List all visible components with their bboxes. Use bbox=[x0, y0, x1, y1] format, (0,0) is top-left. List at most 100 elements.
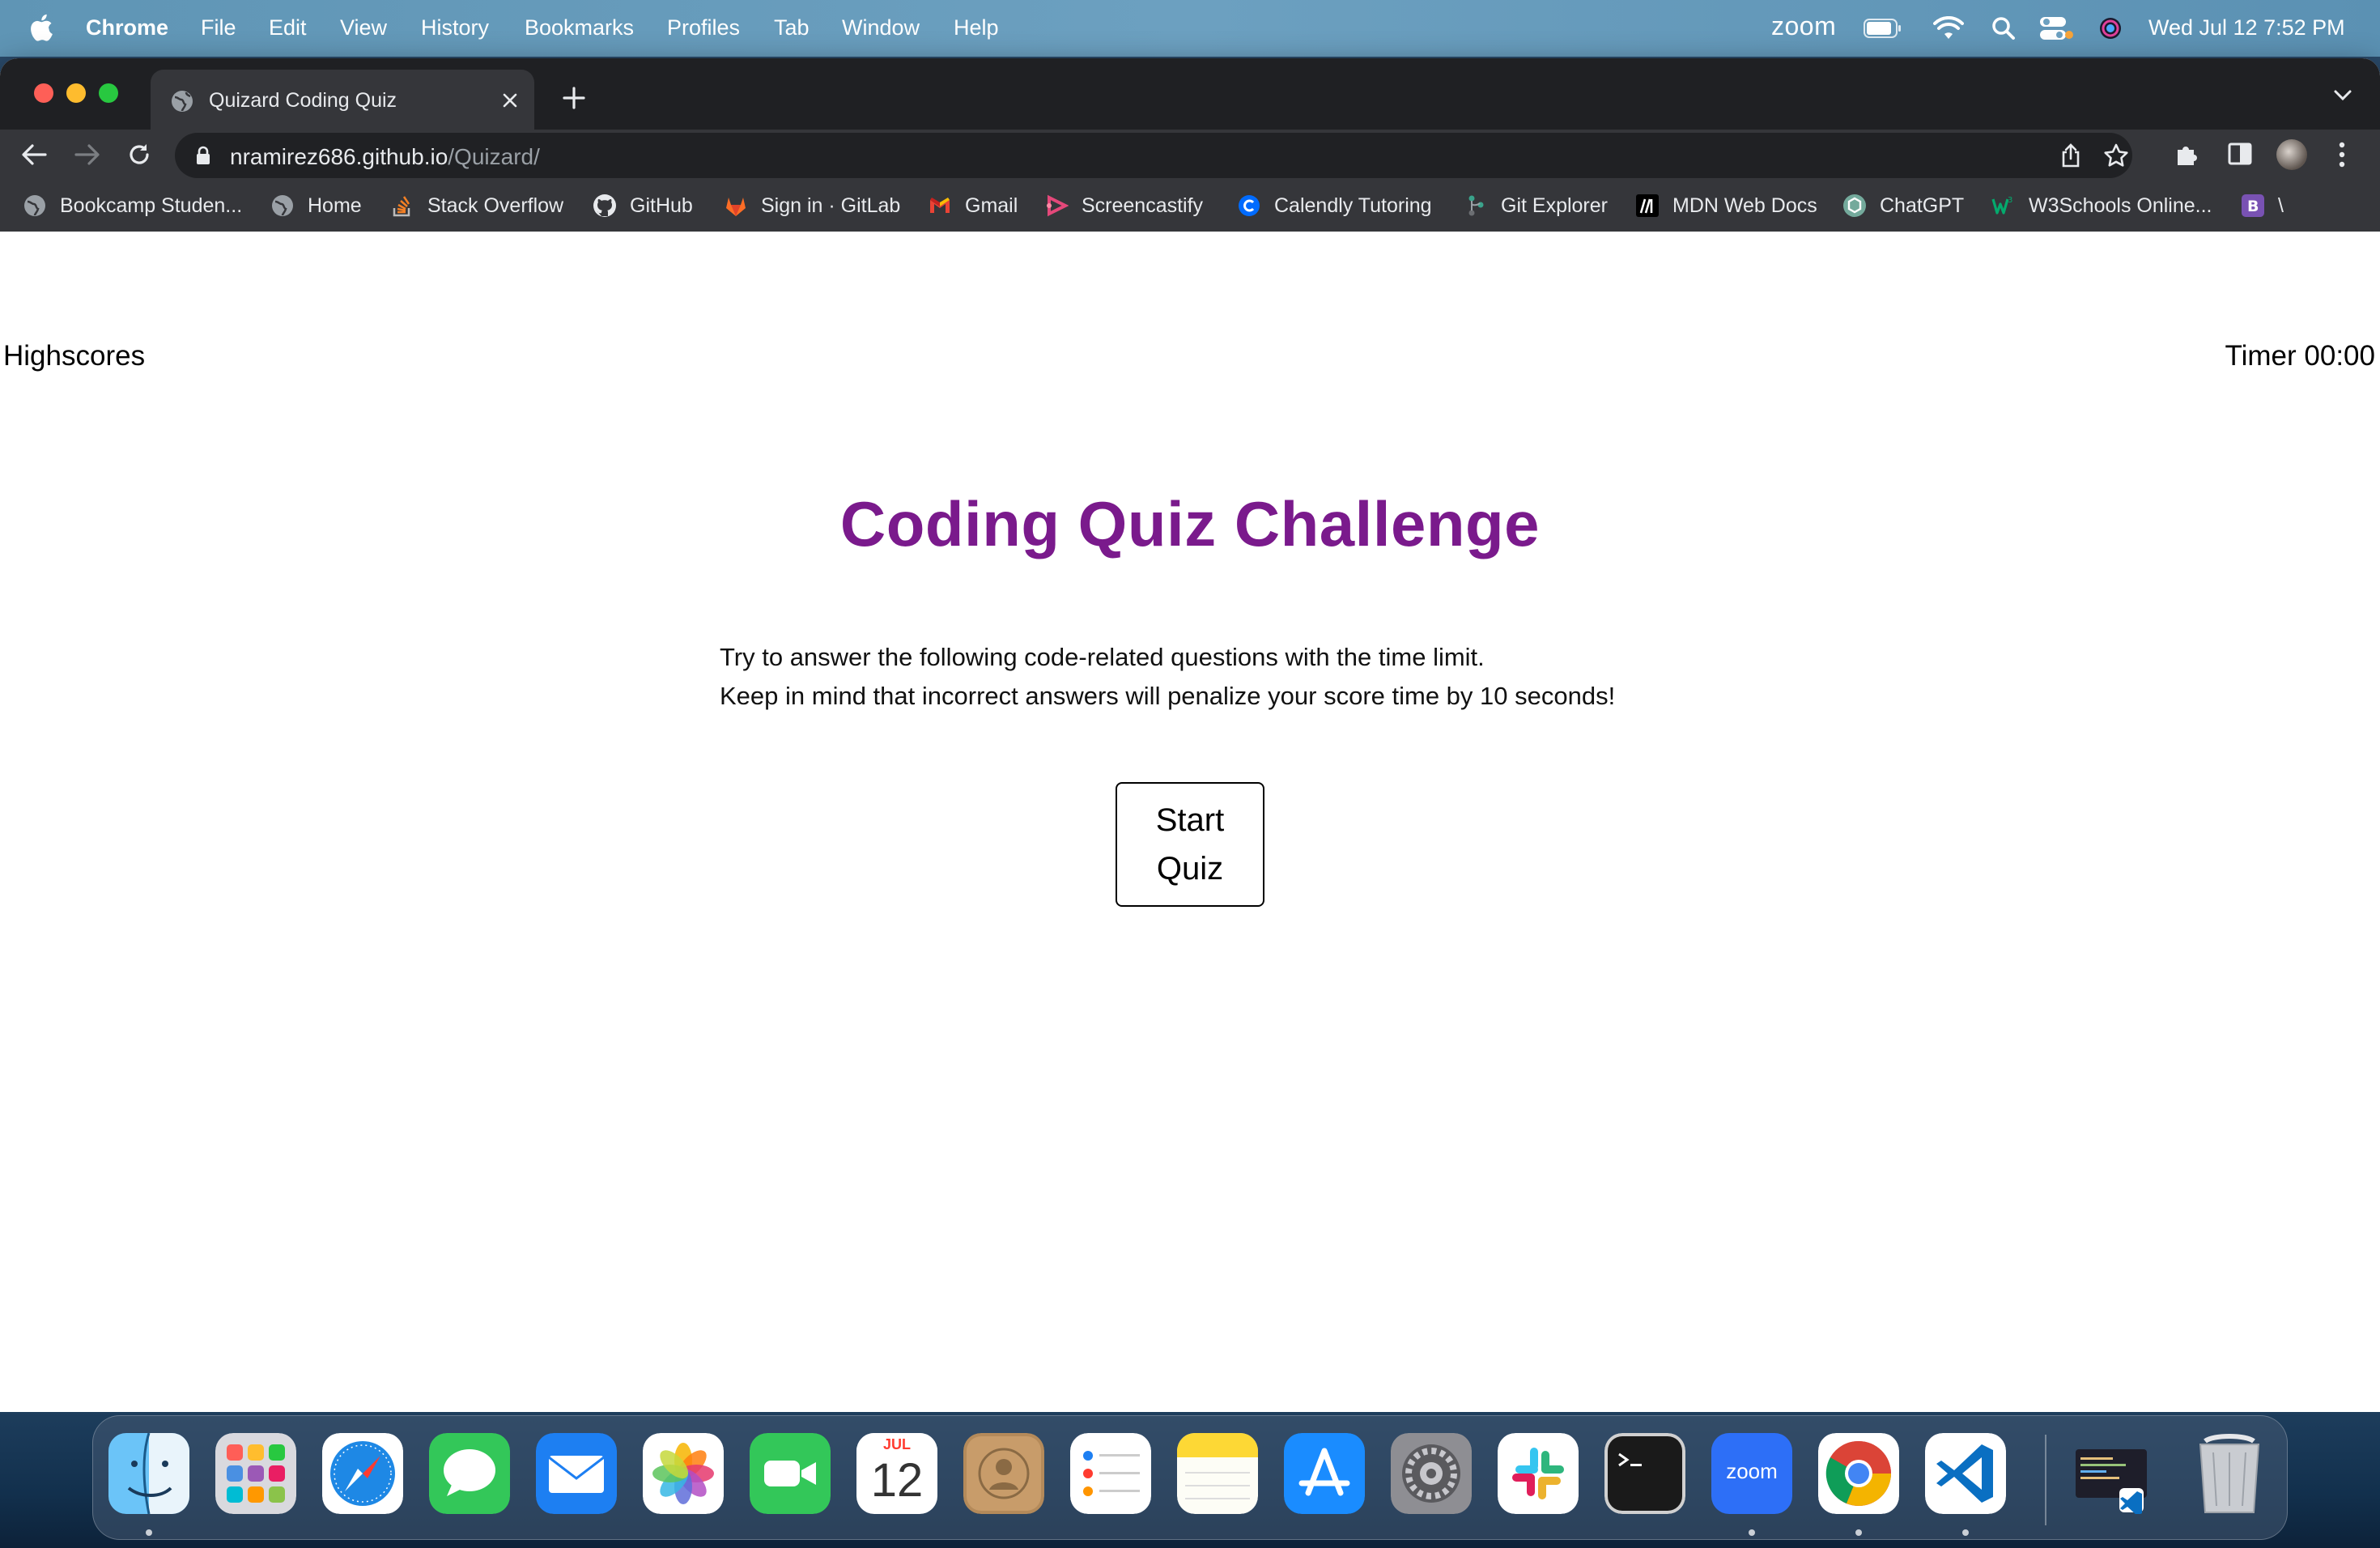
bookmark-calendly[interactable]: Calendly Tutoring bbox=[1237, 180, 1432, 232]
finder-icon[interactable] bbox=[108, 1433, 189, 1514]
menu-history[interactable]: History bbox=[421, 15, 489, 40]
forward-arrow-icon[interactable] bbox=[74, 143, 100, 166]
close-window-button[interactable] bbox=[34, 83, 53, 103]
globe-favicon-icon bbox=[172, 91, 193, 112]
bookmark-bookcamp[interactable]: Bookcamp Studen... bbox=[23, 180, 242, 232]
tab-search-chevron-down-icon[interactable] bbox=[2333, 89, 2352, 102]
trash-icon[interactable] bbox=[2189, 1433, 2270, 1514]
bookmark-label: Screencastify bbox=[1082, 194, 1204, 217]
menu-file[interactable]: File bbox=[201, 15, 236, 40]
instructions-line-2: Keep in mind that incorrect answers will… bbox=[720, 682, 1616, 710]
git-explorer-icon bbox=[1468, 195, 1484, 216]
minimize-window-button[interactable] bbox=[66, 83, 86, 103]
lock-icon[interactable] bbox=[196, 146, 210, 165]
calendar-icon[interactable]: JUL 12 bbox=[856, 1433, 937, 1514]
more-menu-icon[interactable] bbox=[2336, 141, 2348, 168]
url-text: nramirez686.github.io/Quizard/ bbox=[230, 144, 540, 170]
browser-toolbar: nramirez686.github.io/Quizard/ bbox=[0, 130, 2380, 180]
svg-text:3: 3 bbox=[2008, 196, 2012, 205]
bookmark-star-icon[interactable] bbox=[2103, 142, 2129, 168]
start-quiz-button[interactable]: Start Quiz bbox=[1116, 782, 1264, 907]
zoom-window-button[interactable] bbox=[99, 83, 118, 103]
chatgpt-icon bbox=[1843, 194, 1866, 217]
back-arrow-icon[interactable] bbox=[21, 143, 47, 166]
slack-icon[interactable] bbox=[1498, 1433, 1579, 1514]
app-store-icon[interactable] bbox=[1284, 1433, 1365, 1514]
bookmark-stack-overflow[interactable]: Stack Overflow bbox=[390, 180, 563, 232]
url-host: nramirez686.github.io bbox=[230, 144, 448, 169]
calendar-day: 12 bbox=[870, 1454, 924, 1507]
page-title: Coding Quiz Challenge bbox=[839, 488, 1541, 559]
bookmark-bootstrap[interactable]: B \ bbox=[2241, 180, 2284, 232]
menu-edit[interactable]: Edit bbox=[269, 15, 307, 40]
menu-app-name[interactable]: Chrome bbox=[86, 15, 168, 40]
bookmark-screencastify[interactable]: Screencastify bbox=[1044, 180, 1203, 232]
bookmark-home[interactable]: Home bbox=[270, 180, 362, 232]
side-panel-icon[interactable] bbox=[2228, 142, 2252, 165]
downloads-stack-icon[interactable] bbox=[2071, 1433, 2152, 1514]
terminal-icon[interactable] bbox=[1604, 1433, 1685, 1514]
bookmark-mdn[interactable]: MDN Web Docs bbox=[1635, 180, 1817, 232]
macos-menu-bar: Chrome File Edit View History Bookmarks … bbox=[0, 0, 2380, 57]
url-path: /Quizard/ bbox=[448, 144, 540, 169]
gmail-icon bbox=[930, 198, 950, 213]
menu-window[interactable]: Window bbox=[842, 15, 920, 40]
chrome-icon[interactable] bbox=[1818, 1433, 1899, 1514]
bookmark-w3schools[interactable]: 3 W3Schools Online... bbox=[1991, 180, 2212, 232]
tab-strip: Quizard Coding Quiz bbox=[0, 58, 2380, 130]
safari-icon[interactable] bbox=[322, 1433, 403, 1514]
new-tab-icon[interactable] bbox=[562, 86, 586, 110]
menu-help[interactable]: Help bbox=[954, 15, 999, 40]
bookmark-github[interactable]: GitHub bbox=[593, 180, 693, 232]
timer-display: Timer 00:00 bbox=[2225, 340, 2375, 372]
bookmark-chatgpt[interactable]: ChatGPT bbox=[1842, 180, 1964, 232]
finder-running-indicator bbox=[146, 1529, 152, 1536]
photos-icon[interactable] bbox=[643, 1433, 724, 1514]
reload-icon[interactable] bbox=[126, 142, 152, 168]
bookmark-git-explorer[interactable]: Git Explorer bbox=[1464, 180, 1608, 232]
highscores-link[interactable]: Highscores bbox=[3, 340, 145, 372]
vscode-icon[interactable] bbox=[1925, 1433, 2006, 1514]
bookmark-label: W3Schools Online... bbox=[2029, 194, 2212, 217]
svg-text:B: B bbox=[2247, 198, 2259, 215]
globe-icon bbox=[272, 195, 293, 216]
extensions-puzzle-icon[interactable] bbox=[2174, 141, 2200, 167]
notes-icon[interactable] bbox=[1177, 1433, 1258, 1514]
menu-bar-datetime[interactable]: Wed Jul 12 7:52 PM bbox=[2148, 15, 2345, 40]
bookmark-label: Bookcamp Studen... bbox=[60, 194, 243, 217]
control-center-icon[interactable] bbox=[2038, 15, 2074, 42]
contacts-icon[interactable] bbox=[963, 1433, 1044, 1514]
battery-icon[interactable] bbox=[1864, 19, 1902, 38]
menu-bookmarks[interactable]: Bookmarks bbox=[525, 15, 634, 40]
profile-avatar[interactable] bbox=[2276, 139, 2307, 170]
bookmark-gitlab[interactable]: Sign in · GitLab bbox=[724, 180, 900, 232]
share-icon[interactable] bbox=[2059, 142, 2082, 168]
menu-tab[interactable]: Tab bbox=[774, 15, 810, 40]
messages-icon[interactable] bbox=[429, 1433, 510, 1514]
wifi-icon[interactable] bbox=[1933, 16, 1964, 40]
dock-divider bbox=[2045, 1435, 2046, 1525]
zoom-status-label[interactable]: zoom bbox=[1771, 11, 1836, 41]
bookmark-label: Stack Overflow bbox=[427, 194, 564, 217]
facetime-icon[interactable] bbox=[750, 1433, 831, 1514]
launchpad-icon[interactable] bbox=[215, 1433, 296, 1514]
reminders-icon[interactable] bbox=[1070, 1433, 1151, 1514]
system-settings-icon[interactable] bbox=[1391, 1433, 1472, 1514]
bookmark-gmail[interactable]: Gmail bbox=[928, 180, 1018, 232]
spotlight-search-icon[interactable] bbox=[1991, 16, 2016, 40]
zoom-running-indicator bbox=[1749, 1529, 1755, 1536]
bookmark-label: \ bbox=[2278, 194, 2284, 217]
siri-icon[interactable] bbox=[2098, 16, 2123, 40]
zoom-dock-label: zoom bbox=[1726, 1459, 1778, 1483]
apple-menu-icon[interactable] bbox=[29, 11, 57, 45]
bookmark-label: MDN Web Docs bbox=[1672, 194, 1817, 217]
bookmark-label: Gmail bbox=[965, 194, 1018, 217]
vscode-running-indicator bbox=[1962, 1529, 1969, 1536]
menu-view[interactable]: View bbox=[340, 15, 387, 40]
menu-profiles[interactable]: Profiles bbox=[667, 15, 740, 40]
address-bar[interactable]: nramirez686.github.io/Quizard/ bbox=[175, 133, 2132, 178]
zoom-icon[interactable]: zoom bbox=[1711, 1433, 1792, 1514]
tab-quizard[interactable]: Quizard Coding Quiz bbox=[151, 70, 534, 130]
mail-icon[interactable] bbox=[536, 1433, 617, 1514]
close-tab-icon[interactable] bbox=[502, 92, 518, 108]
